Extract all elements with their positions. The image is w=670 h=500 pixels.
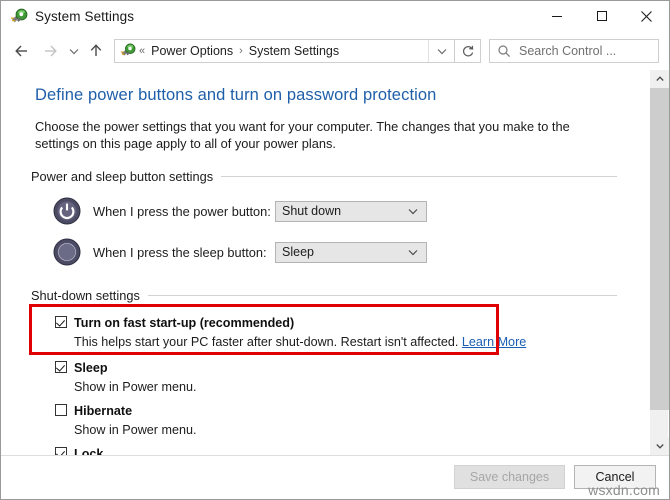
breadcrumb-separator: › [239,45,243,57]
power-plug-icon [120,43,136,59]
chevron-down-icon [407,202,419,221]
forward-arrow-icon[interactable] [36,36,64,66]
close-button[interactable] [624,1,669,31]
scroll-up-chevron-up-icon[interactable] [650,70,669,88]
dialog-footer: Save changes Cancel wsxdn.com [1,455,669,499]
chevron-down-icon [407,243,419,262]
search-input[interactable]: Search Control ... [519,44,616,58]
shutdown-group-heading-label: Shut-down settings [31,288,140,303]
minimize-button[interactable] [534,1,579,31]
checkbox-sleep[interactable] [55,361,67,373]
sleep-description: Show in Power menu. [74,380,197,394]
sleep-button-action-select[interactable]: Sleep [275,241,427,263]
address-bar[interactable]: « Power Options › System Settings [114,39,455,63]
breadcrumb-overflow[interactable]: « [136,45,148,57]
learn-more-link[interactable]: Learn More [462,335,526,349]
scroll-down-chevron-down-icon[interactable] [650,437,669,455]
search-icon [497,44,511,58]
vertical-scrollbar[interactable] [649,70,669,455]
save-changes-button[interactable]: Save changes [454,465,565,489]
up-arrow-icon[interactable] [84,36,108,66]
setting-row-hibernate: Hibernate Show in Power menu. [55,402,617,438]
power-button-action-select[interactable]: Shut down [275,200,427,222]
lock-title: Lock [74,447,104,455]
shutdown-settings-group: Shut-down settings Turn on fast start-up… [31,288,617,455]
scrollbar-thumb[interactable] [650,88,669,410]
page-title: Define power buttons and turn on passwor… [35,86,437,104]
sleep-button-icon [53,238,81,266]
checkbox-hibernate[interactable] [55,404,67,416]
fast-startup-description: This helps start your PC faster after sh… [74,334,526,350]
checkbox-lock[interactable] [55,447,67,455]
hibernate-title: Hibernate [74,404,133,418]
setting-row-sleep: Sleep Show in Power menu. [55,359,617,395]
breadcrumb-power-options[interactable]: Power Options [148,44,236,58]
navigation-bar: « Power Options › System Settings Search… [1,32,669,70]
address-chevron-down-icon[interactable] [428,40,454,62]
sleep-button-action-value: Sleep [282,245,314,259]
power-button-action-value: Shut down [282,204,342,218]
checkbox-fast-startup[interactable] [55,316,67,328]
power-group-heading-label: Power and sleep button settings [31,169,214,184]
breadcrumb-system-settings[interactable]: System Settings [246,44,342,58]
refresh-icon[interactable] [455,39,481,63]
maximize-button[interactable] [579,1,624,31]
system-settings-window: System Settings « Power Options › System… [0,0,670,500]
power-group-heading: Power and sleep button settings [31,169,617,184]
power-button-icon [53,197,81,225]
hibernate-description: Show in Power menu. [74,423,197,437]
fast-startup-description-text: This helps start your PC faster after sh… [74,335,459,349]
group-divider [147,295,617,296]
sleep-button-setting-row: When I press the sleep button: Sleep [53,238,617,266]
page-description: Choose the power settings that you want … [35,119,570,151]
search-box[interactable]: Search Control ... [489,39,659,63]
window-title: System Settings [35,9,135,24]
watermark: wsxdn.com [588,482,660,498]
group-divider [221,176,617,177]
title-bar: System Settings [1,1,669,32]
power-and-sleep-group: Power and sleep button settings When I p… [31,169,617,266]
power-button-label: When I press the power button: [93,203,271,219]
shutdown-group-heading: Shut-down settings [31,288,617,303]
sleep-title: Sleep [74,361,108,375]
back-arrow-icon[interactable] [8,36,36,66]
setting-row-lock: Lock Show in account picture menu. [55,445,617,455]
setting-row-fast-startup: Turn on fast start-up (recommended) This… [55,314,617,350]
recent-locations-chevron-down-icon[interactable] [64,36,84,66]
window-controls [534,1,669,31]
settings-content-pane: Define power buttons and turn on passwor… [1,70,669,455]
fast-startup-title: Turn on fast start-up (recommended) [74,316,295,330]
power-button-setting-row: When I press the power button: Shut down [53,197,617,225]
power-plug-icon [10,8,28,26]
sleep-button-label: When I press the sleep button: [93,244,267,260]
